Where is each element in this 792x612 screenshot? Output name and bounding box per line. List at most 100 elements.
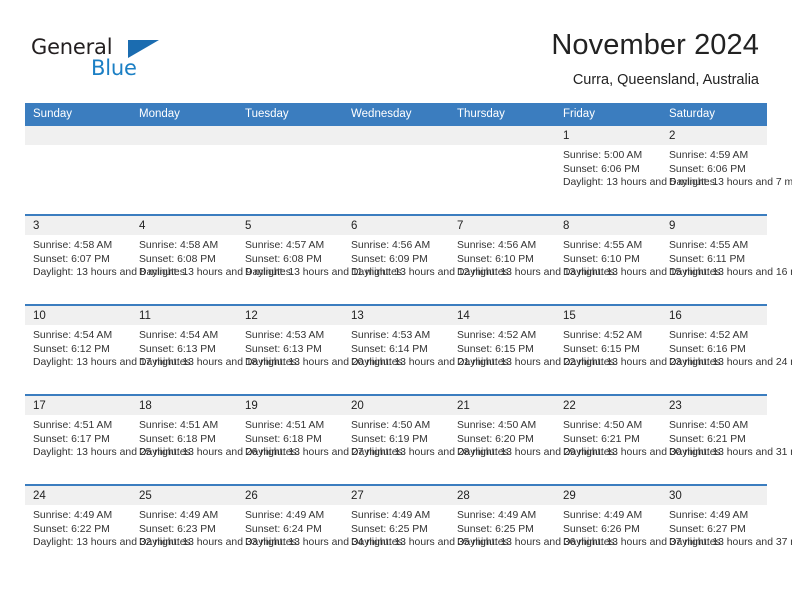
calendar-cell-inner [343, 126, 449, 214]
daylight-duration: Daylight: 13 hours and 8 minutes. [33, 267, 188, 279]
day-number: 19 [237, 396, 343, 415]
title-block: November 2024 Curra, Queensland, Austral… [551, 28, 759, 89]
brand-logo[interactable]: General Blue [31, 36, 171, 84]
calendar-cell-inner: 17 Sunrise: 4:51 AM Sunset: 6:17 PM Dayligh… [25, 396, 194, 484]
day-number: 22 [555, 396, 661, 415]
calendar-day-cell[interactable]: 5 Sunrise: 4:57 AM Sunset: 6:08 PM Daylight… [237, 214, 405, 305]
calendar-day-cell[interactable]: 15 Sunrise: 4:52 AM Sunset: 6:15 PM Dayligh… [555, 304, 724, 395]
calendar-day-cell[interactable]: 9 Sunrise: 4:55 AM Sunset: 6:11 PM Daylight… [661, 214, 792, 305]
calendar-day-cell[interactable]: 25 Sunrise: 4:49 AM Sunset: 6:23 PM Dayligh… [131, 484, 300, 574]
calendar-cell-empty [131, 126, 237, 215]
daylight-duration: Daylight: 13 hours and 37 minutes. [563, 537, 724, 549]
calendar-day-cell[interactable]: 16 Sunrise: 4:52 AM Sunset: 6:16 PM Dayligh… [661, 304, 792, 395]
calendar-day-cell[interactable]: 26 Sunrise: 4:49 AM Sunset: 6:24 PM Dayligh… [237, 484, 406, 574]
day-number: 20 [343, 396, 449, 415]
calendar-day-cell[interactable]: 10 Sunrise: 4:54 AM Sunset: 6:12 PM Dayligh… [25, 304, 194, 395]
calendar-day-cell[interactable]: 21 Sunrise: 4:50 AM Sunset: 6:20 PM Dayligh… [449, 394, 618, 485]
daylight-duration: Daylight: 13 hours and 11 minutes. [245, 267, 405, 279]
calendar-cell-inner: 21 Sunrise: 4:50 AM Sunset: 6:20 PM Dayligh… [449, 396, 618, 484]
day-number: 26 [237, 486, 343, 505]
sunrise-time: Sunrise: 4:50 AM [351, 420, 431, 431]
sunset-time: Sunset: 6:10 PM [457, 253, 534, 265]
day-details: Sunrise: 4:58 AM Sunset: 6:07 PM Daylight:… [25, 235, 188, 280]
day-number: 9 [661, 216, 767, 235]
calendar-page: General Blue November 2024 Curra, Queens… [0, 0, 792, 612]
calendar-day-cell[interactable]: 28 Sunrise: 4:49 AM Sunset: 6:25 PM Dayligh… [449, 484, 618, 574]
day-number [131, 126, 237, 145]
day-number: 14 [449, 306, 555, 325]
day-details: Sunrise: 4:51 AM Sunset: 6:18 PM Daylight:… [237, 415, 406, 460]
calendar-cell-inner: 22 Sunrise: 4:50 AM Sunset: 6:21 PM Dayligh… [555, 396, 724, 484]
calendar-day-cell[interactable]: 20 Sunrise: 4:50 AM Sunset: 6:19 PM Dayligh… [343, 394, 512, 485]
sunset-time: Sunset: 6:12 PM [33, 343, 110, 355]
daylight-duration: Daylight: 13 hours and 7 minutes. [669, 177, 792, 189]
sunrise-time: Sunrise: 4:55 AM [669, 240, 749, 251]
sunrise-time: Sunrise: 4:57 AM [245, 240, 325, 251]
calendar-day-cell[interactable]: 22 Sunrise: 4:50 AM Sunset: 6:21 PM Dayligh… [555, 394, 724, 485]
calendar-day-cell[interactable]: 6 Sunrise: 4:56 AM Sunset: 6:09 PM Daylight… [343, 214, 512, 305]
calendar-day-cell[interactable]: 1 Sunrise: 5:00 AM Sunset: 6:06 PM Daylight… [555, 126, 718, 215]
daylight-duration: Daylight: 13 hours and 23 minutes. [563, 357, 724, 369]
sunrise-time: Sunrise: 4:52 AM [563, 330, 643, 341]
daylight-duration: Daylight: 13 hours and 29 minutes. [457, 447, 618, 459]
calendar-day-cell[interactable]: 7 Sunrise: 4:56 AM Sunset: 6:10 PM Daylight… [449, 214, 618, 305]
day-number: 29 [555, 486, 661, 505]
daylight-duration: Daylight: 13 hours and 31 minutes. [669, 447, 792, 459]
calendar-day-cell[interactable]: 30 Sunrise: 4:49 AM Sunset: 6:27 PM Dayligh… [661, 484, 792, 574]
calendar-day-cell[interactable]: 17 Sunrise: 4:51 AM Sunset: 6:17 PM Dayligh… [25, 394, 194, 485]
calendar-day-cell[interactable]: 12 Sunrise: 4:53 AM Sunset: 6:13 PM Dayligh… [237, 304, 406, 395]
sunset-time: Sunset: 6:25 PM [351, 523, 428, 535]
page-title: November 2024 [551, 29, 759, 61]
sunset-time: Sunset: 6:15 PM [457, 343, 534, 355]
day-details: Sunrise: 4:52 AM Sunset: 6:16 PM Daylight:… [661, 325, 792, 370]
sunrise-time: Sunrise: 4:49 AM [457, 510, 537, 521]
calendar-day-cell[interactable]: 18 Sunrise: 4:51 AM Sunset: 6:18 PM Dayligh… [131, 394, 300, 485]
sunrise-time: Sunrise: 4:51 AM [33, 420, 113, 431]
day-details: Sunrise: 4:50 AM Sunset: 6:21 PM Daylight:… [555, 415, 724, 460]
calendar-day-cell[interactable]: 29 Sunrise: 4:49 AM Sunset: 6:26 PM Dayligh… [555, 484, 724, 574]
calendar-cell-empty [343, 126, 449, 215]
calendar-day-cell[interactable]: 23 Sunrise: 4:50 AM Sunset: 6:21 PM Dayligh… [661, 394, 792, 485]
daylight-duration: Daylight: 13 hours and 15 minutes. [563, 267, 724, 279]
calendar-day-cell[interactable]: 2 Sunrise: 4:59 AM Sunset: 6:06 PM Daylight… [661, 126, 792, 215]
calendar-day-cell[interactable]: 3 Sunrise: 4:58 AM Sunset: 6:07 PM Daylight… [25, 214, 188, 305]
day-details: Sunrise: 4:50 AM Sunset: 6:21 PM Daylight:… [661, 415, 792, 460]
day-details: Sunrise: 4:54 AM Sunset: 6:13 PM Daylight:… [131, 325, 300, 370]
day-details: Sunrise: 4:55 AM Sunset: 6:10 PM Daylight:… [555, 235, 724, 280]
calendar-cell-inner: 4 Sunrise: 4:58 AM Sunset: 6:08 PM Daylight… [131, 216, 294, 304]
day-number [449, 126, 555, 145]
calendar-day-cell[interactable]: 24 Sunrise: 4:49 AM Sunset: 6:22 PM Dayligh… [25, 484, 194, 574]
day-number: 3 [25, 216, 131, 235]
calendar-cell-inner: 12 Sunrise: 4:53 AM Sunset: 6:13 PM Dayligh… [237, 306, 406, 394]
calendar-day-cell[interactable]: 14 Sunrise: 4:52 AM Sunset: 6:15 PM Dayligh… [449, 304, 618, 395]
calendar-grid: Sunday Monday Tuesday Wednesday Thursday… [25, 103, 792, 574]
calendar-cell-empty [25, 126, 131, 215]
calendar-cell-inner [237, 126, 343, 214]
day-number: 6 [343, 216, 449, 235]
calendar-body: 1 Sunrise: 5:00 AM Sunset: 6:06 PM Daylight… [25, 126, 792, 574]
calendar-day-cell[interactable]: 11 Sunrise: 4:54 AM Sunset: 6:13 PM Dayligh… [131, 304, 300, 395]
sunset-time: Sunset: 6:16 PM [669, 343, 746, 355]
sunrise-time: Sunrise: 4:49 AM [351, 510, 431, 521]
day-details: Sunrise: 4:52 AM Sunset: 6:15 PM Daylight:… [555, 325, 724, 370]
brand-name-general: General [31, 35, 113, 59]
calendar-day-cell[interactable]: 13 Sunrise: 4:53 AM Sunset: 6:14 PM Dayligh… [343, 304, 512, 395]
calendar-day-cell[interactable]: 8 Sunrise: 4:55 AM Sunset: 6:10 PM Daylight… [555, 214, 724, 305]
calendar-day-cell[interactable]: 19 Sunrise: 4:51 AM Sunset: 6:18 PM Dayligh… [237, 394, 406, 485]
calendar-cell-inner: 11 Sunrise: 4:54 AM Sunset: 6:13 PM Dayligh… [131, 306, 300, 394]
sunset-time: Sunset: 6:23 PM [139, 523, 216, 535]
calendar-cell-inner: 6 Sunrise: 4:56 AM Sunset: 6:09 PM Daylight… [343, 216, 512, 304]
calendar-week-row: 24 Sunrise: 4:49 AM Sunset: 6:22 PM Dayligh… [25, 484, 792, 574]
calendar-day-cell[interactable]: 27 Sunrise: 4:49 AM Sunset: 6:25 PM Dayligh… [343, 484, 512, 574]
calendar-cell-inner: 5 Sunrise: 4:57 AM Sunset: 6:08 PM Daylight… [237, 216, 405, 304]
calendar-day-cell[interactable]: 4 Sunrise: 4:58 AM Sunset: 6:08 PM Daylight… [131, 214, 294, 305]
day-details: Sunrise: 4:49 AM Sunset: 6:27 PM Daylight:… [661, 505, 792, 550]
weekday-header-sunday: Sunday [25, 103, 131, 126]
calendar-cell-empty [237, 126, 343, 215]
day-details: Sunrise: 4:58 AM Sunset: 6:08 PM Daylight:… [131, 235, 294, 280]
calendar-cell-inner: 1 Sunrise: 5:00 AM Sunset: 6:06 PM Daylight… [555, 126, 718, 214]
sunset-time: Sunset: 6:13 PM [139, 343, 216, 355]
calendar-cell-inner [131, 126, 237, 214]
sunset-time: Sunset: 6:15 PM [563, 343, 640, 355]
calendar-week-row: 1 Sunrise: 5:00 AM Sunset: 6:06 PM Daylight… [25, 126, 792, 215]
